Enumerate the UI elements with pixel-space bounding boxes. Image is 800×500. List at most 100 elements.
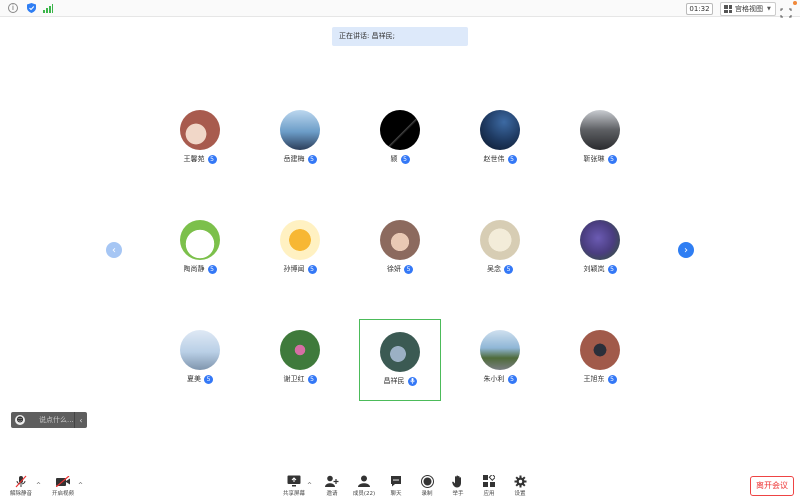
member-badge: 5: [507, 374, 517, 384]
participant-tile[interactable]: 王旭东 5: [560, 330, 640, 410]
participant-tile[interactable]: 谢卫红 5: [260, 330, 340, 410]
avatar: [580, 220, 620, 260]
member-badge: 5: [404, 264, 413, 274]
participant-tile[interactable]: 颍5: [360, 110, 440, 190]
video-off-icon: [55, 475, 70, 487]
participant-name: 朱小利: [483, 375, 505, 383]
participant-tile[interactable]: 靳张琳 5: [560, 110, 640, 190]
participant-name: 孙博闻: [283, 265, 305, 273]
participant-name: 王旭东: [583, 375, 605, 383]
participant-name: 昌祥民: [383, 377, 405, 385]
info-icon[interactable]: i: [8, 3, 18, 13]
member-badge: 5: [607, 374, 617, 384]
participant-tile-active-speaker[interactable]: 昌祥民: [359, 319, 441, 401]
settings-label: 设置: [514, 491, 526, 497]
member-badge: 5: [207, 264, 217, 274]
muted-mic-icon: [15, 475, 27, 487]
previous-page-button[interactable]: ‹: [106, 242, 122, 258]
chat-bubble-icon: [391, 476, 401, 487]
speaking-mic-badge: [407, 376, 417, 386]
person-icon: [358, 475, 370, 487]
participant-tile[interactable]: 刘颖岚 5: [560, 220, 640, 300]
unmute-button[interactable]: 解除静音: [7, 474, 35, 497]
chevron-right-icon: ›: [684, 244, 688, 256]
unmute-label: 解除静音: [9, 491, 32, 497]
fullscreen-icon[interactable]: [780, 3, 792, 18]
apps-grid-icon: [483, 475, 495, 487]
participant-tile[interactable]: 孙博闻 5: [260, 220, 340, 300]
signal-icon[interactable]: [43, 3, 53, 13]
member-badge: 5: [607, 154, 617, 164]
notification-dot: [793, 1, 797, 5]
avatar: [180, 330, 220, 370]
record-label: 录制: [421, 491, 433, 497]
quick-chat-bar[interactable]: ☻ 说点什么... ‹: [11, 412, 87, 428]
invite-label: 邀请: [326, 491, 338, 497]
member-badge: 5: [204, 374, 213, 384]
chat-input[interactable]: 说点什么...: [39, 415, 74, 425]
member-badge: 5: [507, 154, 517, 164]
invite-button[interactable]: 邀请: [318, 474, 346, 497]
chevron-left-icon: ‹: [79, 415, 83, 425]
participant-tile[interactable]: 王馨苑 5: [160, 110, 240, 190]
avatar: [480, 330, 520, 370]
participant-name: 赵世伟: [483, 155, 505, 163]
record-button[interactable]: 录制: [413, 474, 441, 497]
participant-name: 夏美: [187, 375, 201, 383]
speaking-indicator: 正在讲话: 昌祥民;: [332, 27, 468, 46]
view-mode-label: 宫格视图: [735, 5, 763, 13]
chat-label: 聊天: [390, 491, 402, 497]
member-badge: 5: [207, 154, 217, 164]
share-screen-button[interactable]: 共享屏幕: [280, 474, 308, 497]
start-video-button[interactable]: 开启视频: [49, 474, 77, 497]
shield-icon[interactable]: [26, 3, 36, 13]
record-icon: [420, 474, 434, 488]
gear-icon: [514, 475, 526, 487]
top-bar: i 01:32 宫格视图 ▼: [0, 0, 800, 18]
participant-name: 刘颖岚: [583, 265, 605, 273]
participant-tile[interactable]: 吴念 5: [460, 220, 540, 300]
apps-label: 应用: [483, 491, 495, 497]
members-button[interactable]: 成员(22): [350, 474, 378, 497]
member-badge: 5: [307, 264, 317, 274]
share-options-caret[interactable]: ^: [307, 482, 312, 489]
video-options-caret[interactable]: ^: [78, 482, 83, 489]
participant-tile[interactable]: 岳建梅 5: [260, 110, 340, 190]
participant-tile[interactable]: 赵世伟 5: [460, 110, 540, 190]
participant-grid: 王馨苑 5 岳建梅 5 颍5 赵世伟 5 靳张琳 5 陶尚静 5 孙博闻 5 徐妍 5 吴念 5…: [150, 110, 650, 401]
emoji-icon[interactable]: ☻: [15, 415, 25, 425]
avatar: [180, 220, 220, 260]
avatar: [580, 330, 620, 370]
participant-tile[interactable]: 夏美 5: [160, 330, 240, 410]
avatar: [180, 110, 220, 150]
participant-tile[interactable]: 朱小利 5: [460, 330, 540, 410]
speaking-text: 正在讲话: 昌祥民;: [339, 32, 395, 40]
member-badge: 5: [400, 154, 410, 164]
participant-tile[interactable]: 陶尚静 5: [160, 220, 240, 300]
chat-button[interactable]: 聊天: [382, 474, 410, 497]
raise-hand-button[interactable]: 举手: [444, 474, 472, 497]
apps-button[interactable]: 应用: [475, 474, 503, 497]
avatar: [480, 110, 520, 150]
share-screen-icon: [287, 475, 301, 487]
settings-button[interactable]: 设置: [506, 474, 534, 497]
share-screen-label: 共享屏幕: [282, 491, 305, 497]
avatar: [380, 332, 420, 372]
audio-options-caret[interactable]: ^: [36, 482, 41, 489]
view-mode-select[interactable]: 宫格视图 ▼: [720, 2, 776, 16]
avatar: [280, 220, 320, 260]
raise-hand-label: 举手: [452, 491, 464, 497]
member-badge: 5: [607, 264, 617, 274]
meeting-timer: 01:32: [686, 3, 713, 15]
grid-icon: [724, 5, 732, 13]
participant-tile[interactable]: 徐妍 5: [360, 220, 440, 300]
collapse-chat-button[interactable]: ‹: [74, 412, 87, 428]
member-badge: 5: [307, 374, 317, 384]
next-page-button[interactable]: ›: [678, 242, 694, 258]
start-video-label: 开启视频: [51, 491, 74, 497]
leave-meeting-button[interactable]: 离开会议: [750, 476, 794, 496]
participant-name: 徐妍: [387, 265, 401, 273]
participant-name: 吴念: [487, 265, 501, 273]
add-person-icon: [325, 475, 339, 487]
avatar: [480, 220, 520, 260]
